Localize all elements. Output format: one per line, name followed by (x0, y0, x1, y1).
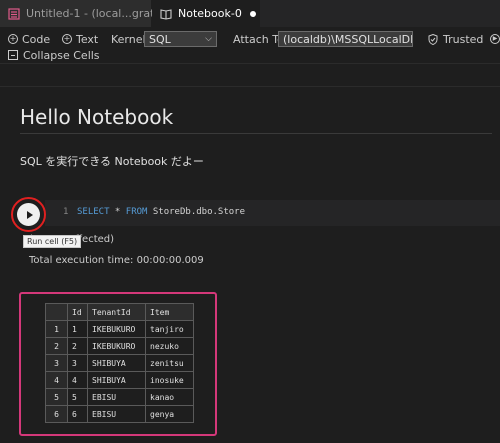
table-cell[interactable]: kanao (145, 388, 194, 406)
notebook-body: Hello Notebook SQL を実行できる Notebook だよー 1… (0, 64, 500, 443)
unsaved-dot-icon (249, 10, 256, 17)
row-number-cell[interactable]: 6 (45, 405, 68, 423)
sql-keyword-select: SELECT (77, 207, 110, 217)
add-code-button[interactable]: + Code (8, 31, 50, 47)
table-cell[interactable]: 5 (67, 388, 88, 406)
table-cell[interactable]: tanjiro (145, 320, 194, 338)
chevron-down-icon: ⌵ (205, 34, 212, 44)
tab-label: Untitled-1 - (local...grated) (26, 7, 173, 20)
notebook-toolbar: + Code + Text Kernel: SQL ⌵ Attach To: (… (0, 27, 500, 64)
notebook-book-icon (160, 8, 172, 20)
tab-label: Notebook-0 (178, 7, 242, 20)
plus-icon: + (8, 34, 18, 44)
collapse-cells-button[interactable]: Collapse Cells (8, 48, 100, 62)
table-row[interactable]: 6 6 EBISU genya (45, 405, 194, 423)
markdown-cell[interactable]: Hello Notebook SQL を実行できる Notebook だよー (0, 86, 500, 190)
grid-body: 1 1 IKEBUKURO tanjiro 2 2 IKEBUKURO nezuko 3 3 SHI… (45, 320, 194, 423)
kernel-value: SQL (149, 32, 171, 46)
table-row[interactable]: 5 5 EBISU kanao (45, 388, 194, 406)
grid-header-id[interactable]: Id (67, 303, 88, 321)
sql-table-name: StoreDb.dbo.Store (147, 207, 246, 217)
table-cell[interactable]: zenitsu (145, 354, 194, 372)
table-cell[interactable]: SHIBUYA (87, 354, 146, 372)
table-cell[interactable]: EBISU (87, 405, 146, 423)
row-number-cell[interactable]: 3 (45, 354, 68, 372)
table-cell[interactable]: 4 (67, 371, 88, 389)
plus-icon: + (62, 34, 72, 44)
add-text-label: Text (76, 32, 99, 46)
add-code-label: Code (22, 32, 51, 46)
table-cell[interactable]: genya (145, 405, 194, 423)
markdown-heading: Hello Notebook (20, 105, 174, 129)
code-editor[interactable]: 1 SELECT * FROM StoreDb.dbo.Store (45, 200, 500, 226)
table-cell[interactable]: SHIBUYA (87, 371, 146, 389)
tab-untitled-1[interactable]: Untitled-1 - (local...grated) (0, 0, 187, 27)
table-cell[interactable]: 1 (67, 320, 88, 338)
trusted-label: Trusted (443, 32, 484, 46)
attach-to-select[interactable]: (localdb)\MSSQLLocalDB, < ⌵ (278, 31, 413, 47)
table-row[interactable]: 3 3 SHIBUYA zenitsu (45, 354, 194, 372)
attach-value: (localdb)\MSSQLLocalDB, < (283, 32, 413, 46)
table-cell[interactable]: nezuko (145, 337, 194, 355)
row-number-cell[interactable]: 4 (45, 371, 68, 389)
table-cell[interactable]: 2 (67, 337, 88, 355)
results-grid-highlight: Id TenantId Item 1 1 IKEBUKURO tanjiro 2 2 IKE… (19, 292, 217, 436)
table-cell[interactable]: IKEBUKURO (87, 337, 146, 355)
run-cell-button[interactable] (17, 203, 40, 226)
sql-star: * (109, 207, 126, 217)
run-cell-tooltip: Run cell (F5) (23, 235, 82, 248)
notebook-db-icon (8, 7, 20, 20)
add-text-button[interactable]: + Text (62, 31, 98, 47)
run-all-icon[interactable]: ▶ (490, 31, 500, 47)
table-cell[interactable]: EBISU (87, 388, 146, 406)
collapse-icon (8, 50, 18, 60)
grid-header-rownum[interactable] (45, 303, 68, 321)
line-number: 1 (63, 207, 69, 217)
row-number-cell[interactable]: 1 (45, 320, 68, 338)
results-grid[interactable]: Id TenantId Item 1 1 IKEBUKURO tanjiro 2 2 IKE… (45, 303, 194, 423)
table-row[interactable]: 4 4 SHIBUYA inosuke (45, 371, 194, 389)
table-cell[interactable]: IKEBUKURO (87, 320, 146, 338)
trusted-button[interactable]: Trusted (428, 31, 483, 47)
sql-keyword-from: FROM (125, 207, 148, 217)
grid-header-tenantid[interactable]: TenantId (87, 303, 146, 321)
row-number-cell[interactable]: 5 (45, 388, 68, 406)
play-icon (26, 210, 33, 219)
table-row[interactable]: 2 2 IKEBUKURO nezuko (45, 337, 194, 355)
run-all-play-icon: ▶ (490, 34, 500, 44)
tab-notebook-0[interactable]: Notebook-0 (152, 0, 260, 27)
execution-time-message: Total execution time: 00:00:00.009 (29, 255, 204, 266)
code-line: SELECT * FROM StoreDb.dbo.Store (77, 207, 245, 217)
table-cell[interactable]: 6 (67, 405, 88, 423)
table-row[interactable]: 1 1 IKEBUKURO tanjiro (45, 320, 194, 338)
kernel-select[interactable]: SQL ⌵ (144, 31, 217, 47)
heading-divider (20, 133, 492, 134)
collapse-cells-label: Collapse Cells (23, 48, 100, 62)
shield-check-icon (428, 33, 438, 45)
table-cell[interactable]: inosuke (145, 371, 194, 389)
row-number-cell[interactable]: 2 (45, 337, 68, 355)
grid-header-item[interactable]: Item (145, 303, 194, 321)
grid-header-row: Id TenantId Item (45, 303, 194, 321)
table-cell[interactable]: 3 (67, 354, 88, 372)
tab-bar: Untitled-1 - (local...grated) Notebook-0 (0, 0, 500, 27)
markdown-paragraph: SQL を実行できる Notebook だよー (20, 155, 204, 168)
